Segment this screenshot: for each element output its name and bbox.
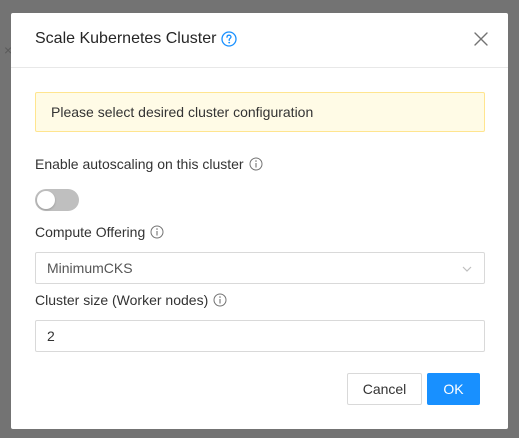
alert-text: Please select desired cluster configurat…: [51, 104, 314, 120]
compute-offering-select[interactable]: MinimumCKS: [35, 252, 485, 284]
scale-cluster-dialog: Scale Kubernetes Cluster Please select d…: [11, 13, 508, 429]
cluster-size-input[interactable]: [35, 320, 485, 352]
info-alert: Please select desired cluster configurat…: [35, 92, 485, 132]
dialog-title-text: Scale Kubernetes Cluster: [35, 30, 217, 47]
compute-offering-value: MinimumCKS: [47, 260, 133, 276]
cluster-size-label-text: Cluster size (Worker nodes): [35, 292, 209, 308]
chevron-down-icon: [461, 262, 473, 274]
question-circle-icon[interactable]: [221, 31, 238, 47]
info-circle-icon[interactable]: [150, 225, 164, 239]
compute-offering-label-text: Compute Offering: [35, 224, 146, 240]
ok-button[interactable]: OK: [427, 373, 480, 405]
dialog-header: Scale Kubernetes Cluster: [11, 13, 508, 68]
autoscaling-label: Enable autoscaling on this cluster: [35, 156, 263, 172]
toggle-knob: [37, 191, 55, 209]
autoscaling-label-text: Enable autoscaling on this cluster: [35, 156, 244, 172]
dialog-title: Scale Kubernetes Cluster: [35, 30, 238, 48]
cluster-size-label: Cluster size (Worker nodes): [35, 292, 227, 308]
info-circle-icon[interactable]: [249, 157, 263, 171]
autoscaling-toggle[interactable]: [35, 189, 79, 211]
info-circle-icon[interactable]: [213, 293, 227, 307]
compute-offering-label: Compute Offering: [35, 224, 164, 240]
close-icon[interactable]: [474, 32, 488, 46]
cancel-button[interactable]: Cancel: [347, 373, 422, 405]
